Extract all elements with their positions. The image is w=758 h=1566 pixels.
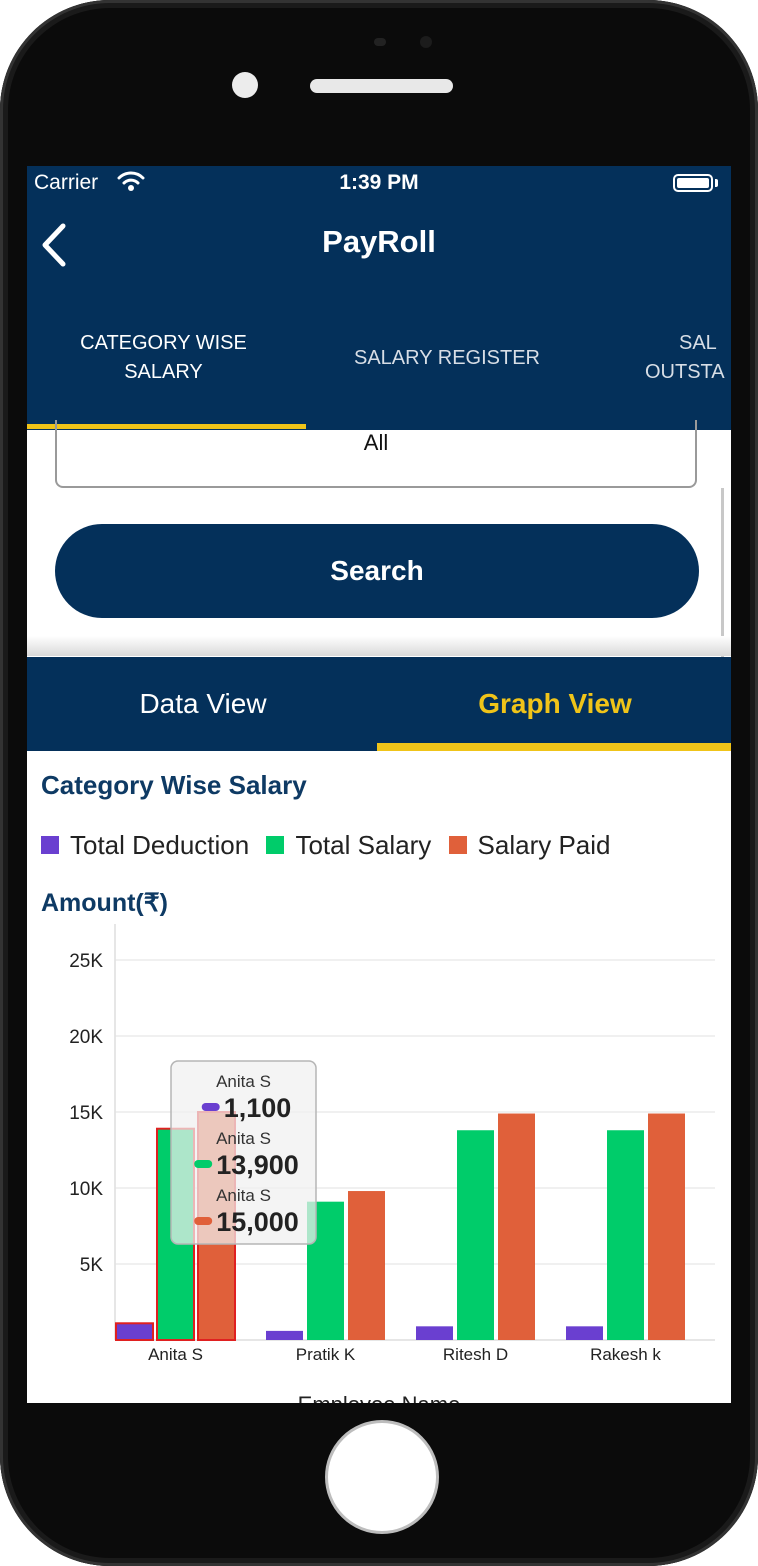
home-button[interactable] <box>325 1420 439 1534</box>
tooltip-series-marker <box>194 1160 213 1168</box>
legend-item-deduction[interactable]: Total Deduction <box>41 830 249 861</box>
tab-label-line: CATEGORY WISE <box>80 332 247 354</box>
filter-select[interactable]: All <box>55 420 697 488</box>
page-title: PayRoll <box>322 224 436 259</box>
tooltip-label: Anita S <box>216 1129 271 1148</box>
phone-frame: Carrier 1:39 PM PayRoll CATEGORY WISE SA… <box>0 0 758 1566</box>
legend-item-total-salary[interactable]: Total Salary <box>266 830 431 861</box>
bar-chart: 5K 10K 15K 20K 25K Anita S Pratik K Ritesh D Rak… <box>69 924 715 1364</box>
legend-label: Salary Paid <box>477 830 611 860</box>
y-tick-label: 15K <box>69 1103 103 1124</box>
legend-label: Total Salary <box>295 830 432 860</box>
phone-camera <box>232 72 258 98</box>
legend-swatch-icon <box>266 836 285 855</box>
bar <box>607 1130 644 1340</box>
battery-tip <box>715 179 718 187</box>
phone-sensor <box>374 38 386 46</box>
x-tick-label: Anita S <box>148 1345 203 1364</box>
x-axis-label: Employee Name <box>27 1392 731 1403</box>
divider-shadow <box>27 636 731 656</box>
scrollbar[interactable] <box>721 488 724 660</box>
filter-select-value: All <box>363 430 389 455</box>
tooltip-value: 13,900 <box>216 1150 299 1180</box>
tooltip-label: Anita S <box>216 1072 271 1091</box>
bar <box>498 1113 535 1340</box>
x-tick-label: Pratik K <box>296 1345 356 1364</box>
chart-legend: Total Deduction Total Salary Salary Paid <box>41 830 621 861</box>
chart-title: Category Wise Salary <box>41 770 307 800</box>
tooltip-label: Anita S <box>216 1186 271 1205</box>
y-tick-label: 10K <box>69 1179 103 1200</box>
tab-graph-view[interactable]: Graph View <box>379 657 731 751</box>
nav-bar: PayRoll CATEGORY WISE SALARY SALARY REGI… <box>27 200 731 430</box>
bar <box>115 1322 154 1341</box>
view-tabs: Data View Graph View <box>27 657 731 751</box>
x-tick-label: Ritesh D <box>443 1345 508 1364</box>
phone-speaker <box>310 79 453 93</box>
search-button[interactable]: Search <box>55 524 699 618</box>
tab-data-view[interactable]: Data View <box>27 657 379 751</box>
bar <box>416 1326 453 1340</box>
y-tick-label: 25K <box>69 951 103 972</box>
legend-swatch-icon <box>448 836 467 855</box>
tab-label-line: SALARY <box>124 361 203 383</box>
tab-label-line: OUTSTA <box>645 361 725 383</box>
tab-category-wise-salary[interactable]: CATEGORY WISE SALARY <box>47 329 280 387</box>
y-tick-label: 5K <box>80 1255 104 1276</box>
y-axis-label: Amount(₹) <box>41 889 168 917</box>
tooltip-series-marker <box>201 1103 220 1111</box>
tooltip-series-marker <box>194 1217 213 1225</box>
app-screen: Carrier 1:39 PM PayRoll CATEGORY WISE SA… <box>27 166 731 1403</box>
active-view-indicator <box>377 743 731 751</box>
bar <box>348 1191 385 1340</box>
tab-label-line: SAL <box>679 332 717 354</box>
legend-item-salary-paid[interactable]: Salary Paid <box>448 830 611 861</box>
tab-salary-outstanding[interactable]: SAL OUTSTA <box>645 329 731 387</box>
bar <box>266 1330 303 1340</box>
y-tick-label: 20K <box>69 1027 103 1048</box>
tab-salary-register[interactable]: SALARY REGISTER <box>327 344 567 373</box>
legend-swatch-icon <box>41 836 59 855</box>
status-bar: Carrier 1:39 PM <box>27 166 731 200</box>
tooltip-value: 1,100 <box>224 1093 292 1123</box>
bar <box>457 1130 494 1340</box>
phone-front-camera <box>420 36 432 48</box>
tooltip-value: 15,000 <box>216 1207 299 1237</box>
battery-icon <box>673 174 713 192</box>
bar <box>648 1113 685 1340</box>
legend-label: Total Deduction <box>70 830 250 860</box>
status-time: 1:39 PM <box>339 171 419 194</box>
bar <box>566 1326 603 1340</box>
x-tick-label: Rakesh k <box>590 1345 661 1364</box>
